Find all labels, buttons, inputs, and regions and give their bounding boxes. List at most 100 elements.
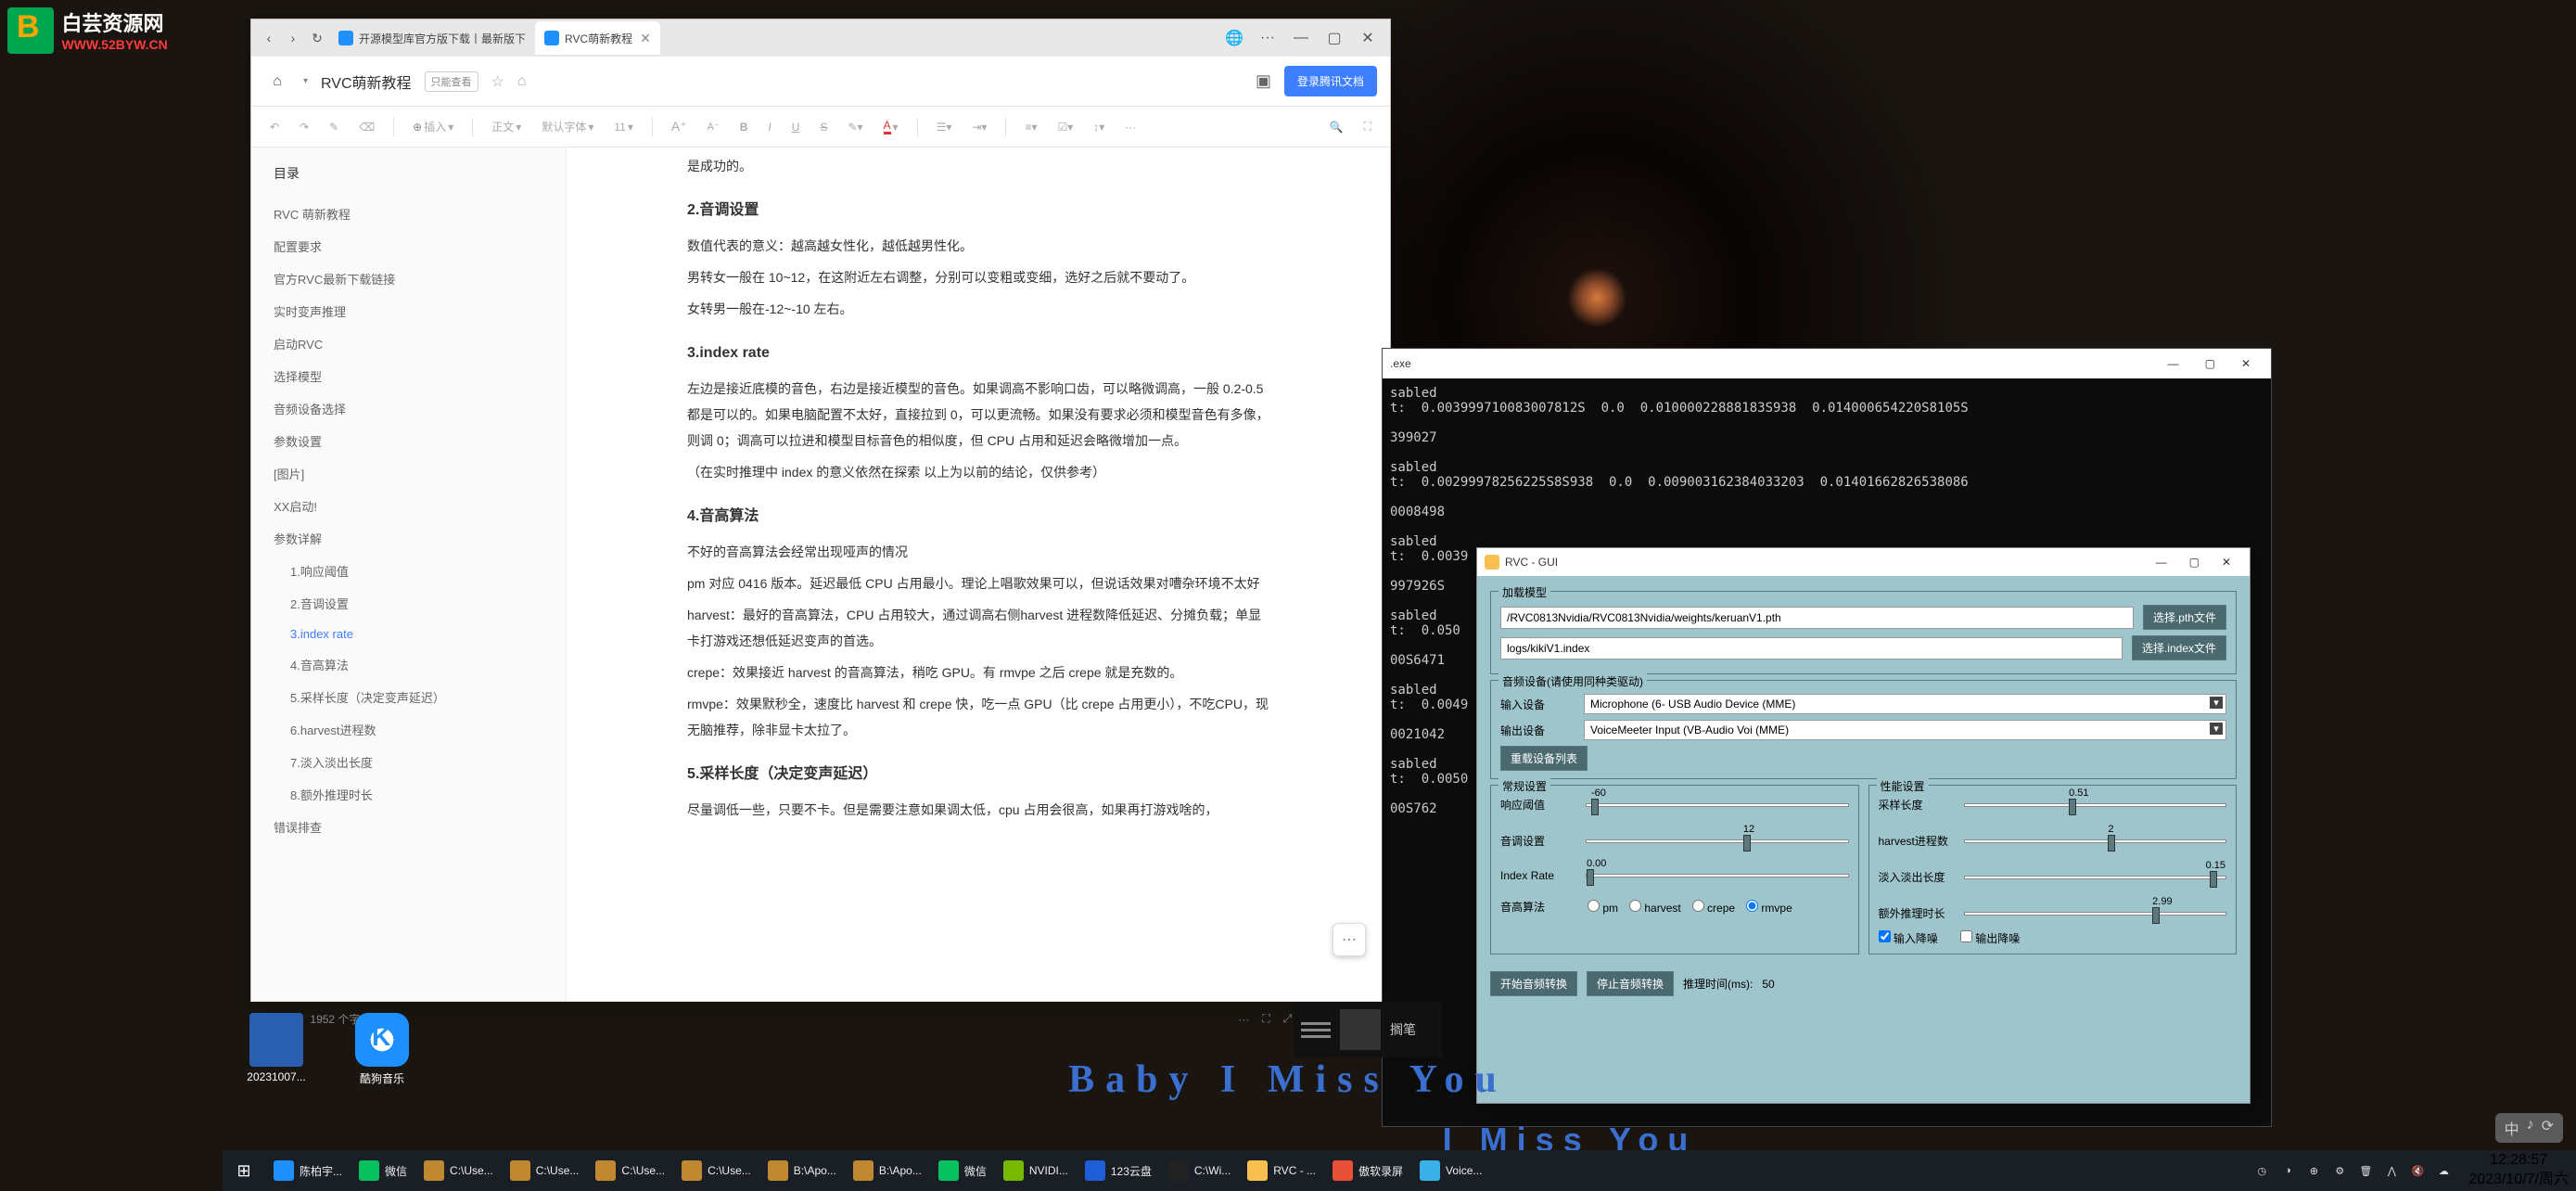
font-size-up-icon[interactable]: A⁺ xyxy=(666,115,693,138)
tray-icon[interactable]: ⚙ xyxy=(2331,1162,2348,1179)
nav-forward-icon[interactable]: › xyxy=(281,26,305,50)
format-brush-icon[interactable]: ✎ xyxy=(324,117,344,137)
taskbar-task[interactable]: 傲软录屏 xyxy=(1325,1152,1410,1189)
taskbar-task[interactable]: C:\Use... xyxy=(588,1152,672,1189)
taskbar-task[interactable]: B:\Apo... xyxy=(760,1152,844,1189)
start-button[interactable]: 开始音频转换 xyxy=(1490,971,1577,996)
doc-content[interactable]: 是成功的。 2.音调设置 数值代表的意义：越高越女性化，越低越男性化。 男转女一… xyxy=(567,147,1390,1001)
toc-item[interactable]: 7.淡入淡出长度 xyxy=(274,746,543,778)
taskbar-task[interactable]: C:\Wi... xyxy=(1161,1152,1238,1189)
index-rate-slider[interactable]: 0.00 xyxy=(1586,874,1849,877)
toc-item[interactable]: 启动RVC xyxy=(274,327,543,360)
search-icon[interactable]: 🔍 xyxy=(1324,117,1349,137)
desktop-icon-kugou[interactable]: 酷狗音乐 xyxy=(347,1013,417,1086)
size-select[interactable]: 11 ▾ xyxy=(608,117,639,137)
browser-tab-1[interactable]: RVC萌新教程✕ xyxy=(535,21,660,55)
doc-sidebar[interactable]: 目录 RVC 萌新教程配置要求官方RVC最新下载链接实时变声推理启动RVC选择模… xyxy=(251,147,567,1001)
tray-icon[interactable]: 🗑 xyxy=(2357,1162,2374,1179)
font-select[interactable]: 默认字体 ▾ xyxy=(536,115,599,138)
window-close-icon[interactable]: ✕ xyxy=(1351,21,1384,55)
toc-item[interactable]: 6.harvest进程数 xyxy=(274,713,543,746)
window-close-icon[interactable]: ✕ xyxy=(2211,556,2242,569)
redo-icon[interactable]: ↷ xyxy=(294,117,314,137)
underline-icon[interactable]: U xyxy=(786,117,806,137)
nav-back-icon[interactable]: ‹ xyxy=(257,26,281,50)
window-maximize-icon[interactable]: ▢ xyxy=(2192,357,2228,370)
tray-icon[interactable]: ◑ xyxy=(2279,1162,2296,1179)
algo-radio-rmvpe[interactable]: rmvpe xyxy=(1746,900,1792,915)
toc-item[interactable]: 2.音调设置 xyxy=(274,587,543,620)
toc-item[interactable]: XX启动! xyxy=(274,490,543,522)
line-height-icon[interactable]: ↕▾ xyxy=(1088,117,1110,137)
browser-tab-0[interactable]: 开源模型库官方版下载丨最新版下 xyxy=(329,21,535,55)
reload-devices-button[interactable]: 重载设备列表 xyxy=(1500,746,1588,771)
fade-slider[interactable]: 0.15 xyxy=(1964,876,2227,879)
console-titlebar[interactable]: .exe — ▢ ✕ xyxy=(1383,349,2271,378)
algo-radio-harvest[interactable]: harvest xyxy=(1629,900,1681,915)
toc-item[interactable]: 实时变声推理 xyxy=(274,295,543,327)
undo-icon[interactable]: ↶ xyxy=(264,117,285,137)
tray-icon[interactable]: ⊕ xyxy=(2305,1162,2322,1179)
tray-icon[interactable]: ◷ xyxy=(2253,1162,2270,1179)
text-color-icon[interactable]: A▾ xyxy=(878,115,904,138)
taskbar-task[interactable]: C:\Use... xyxy=(674,1152,759,1189)
toc-item[interactable]: 音频设备选择 xyxy=(274,392,543,425)
toc-item[interactable]: 3.index rate xyxy=(274,620,543,648)
window-minimize-icon[interactable]: — xyxy=(2145,556,2178,569)
more-icon[interactable]: ··· xyxy=(1251,21,1284,55)
login-button[interactable]: 登录腾讯文档 xyxy=(1284,66,1377,96)
expand-icon[interactable]: ⛶ xyxy=(1358,116,1377,137)
fit-icon[interactable]: ⛶ xyxy=(1262,1012,1269,1026)
home-icon[interactable]: ⌂ xyxy=(264,69,290,95)
fullscreen-icon[interactable]: ⤢ xyxy=(1283,1012,1293,1026)
window-minimize-icon[interactable]: — xyxy=(2155,357,2192,370)
indent-icon[interactable]: ⇥▾ xyxy=(966,117,992,137)
footer-more-icon[interactable]: ··· xyxy=(1238,1013,1249,1026)
browser-titlebar[interactable]: ‹ › ↻ 开源模型库官方版下载丨最新版下 RVC萌新教程✕ 🌐 ··· — ▢… xyxy=(251,19,1390,57)
toc-item[interactable]: 5.采样长度（决定变声延迟） xyxy=(274,681,543,713)
taskbar-task[interactable]: Voice... xyxy=(1412,1152,1489,1189)
align-icon[interactable]: ≡▾ xyxy=(1019,117,1042,137)
clear-format-icon[interactable]: ⌫ xyxy=(353,117,380,137)
ime-indicator[interactable]: 中 ♪ ⟳ xyxy=(2495,1113,2563,1143)
start-button[interactable]: ⊞ xyxy=(223,1150,265,1191)
toc-item[interactable]: 错误排查 xyxy=(274,811,543,843)
tab-close-icon[interactable]: ✕ xyxy=(640,31,651,46)
extra-slider[interactable]: 2.99 xyxy=(1964,912,2227,916)
tray-icon[interactable]: ⋀ xyxy=(2383,1162,2400,1179)
ime-sync-icon[interactable]: ⟳ xyxy=(2542,1117,2554,1139)
toc-item[interactable]: 官方RVC最新下载链接 xyxy=(274,263,543,295)
bold-icon[interactable]: B xyxy=(734,117,754,137)
italic-icon[interactable]: I xyxy=(762,117,776,137)
taskbar-task[interactable]: 微信 xyxy=(351,1152,414,1189)
index-path-input[interactable] xyxy=(1500,637,2123,660)
select-pth-button[interactable]: 选择.pth文件 xyxy=(2143,605,2226,630)
algo-radio-pm[interactable]: pm xyxy=(1588,900,1618,915)
tag-icon[interactable]: ⌂ xyxy=(517,73,527,90)
tray-icon[interactable]: ☁ xyxy=(2435,1162,2452,1179)
hamburger-icon[interactable] xyxy=(1301,1015,1331,1044)
taskbar-task[interactable]: C:\Use... xyxy=(503,1152,587,1189)
taskbar-task[interactable]: NVIDI... xyxy=(996,1152,1076,1189)
tray-icon[interactable]: 🔇 xyxy=(2409,1162,2426,1179)
highlight-icon[interactable]: ✎▾ xyxy=(842,117,868,137)
floating-more-button[interactable]: ⋯ xyxy=(1333,923,1366,956)
star-icon[interactable]: ☆ xyxy=(491,72,504,91)
window-maximize-icon[interactable]: ▢ xyxy=(1318,21,1351,55)
window-close-icon[interactable]: ✕ xyxy=(2228,357,2264,370)
rvc-titlebar[interactable]: RVC - GUI — ▢ ✕ xyxy=(1477,548,2250,576)
out-denoise-checkbox[interactable]: 输出降噪 xyxy=(1960,930,2020,946)
taskbar-task[interactable]: 123云盘 xyxy=(1078,1152,1159,1189)
toc-item[interactable]: RVC 萌新教程 xyxy=(274,198,543,230)
taskbar-task[interactable]: 微信 xyxy=(931,1152,994,1189)
taskbar-task[interactable]: RVC - ... xyxy=(1240,1152,1323,1189)
output-device-select[interactable]: VoiceMeeter Input (VB-Audio Voi (MME) xyxy=(1584,720,2226,740)
strike-icon[interactable]: S xyxy=(814,117,833,137)
window-minimize-icon[interactable]: — xyxy=(1284,21,1318,55)
present-icon[interactable]: ▣ xyxy=(1256,71,1271,91)
style-select[interactable]: 正文 ▾ xyxy=(486,115,527,138)
toolbar-more-icon[interactable]: ··· xyxy=(1119,117,1141,137)
toc-item[interactable]: 4.音高算法 xyxy=(274,648,543,681)
ime-lang-icon[interactable]: 中 xyxy=(2505,1117,2519,1139)
globe-icon[interactable]: 🌐 xyxy=(1218,21,1251,55)
